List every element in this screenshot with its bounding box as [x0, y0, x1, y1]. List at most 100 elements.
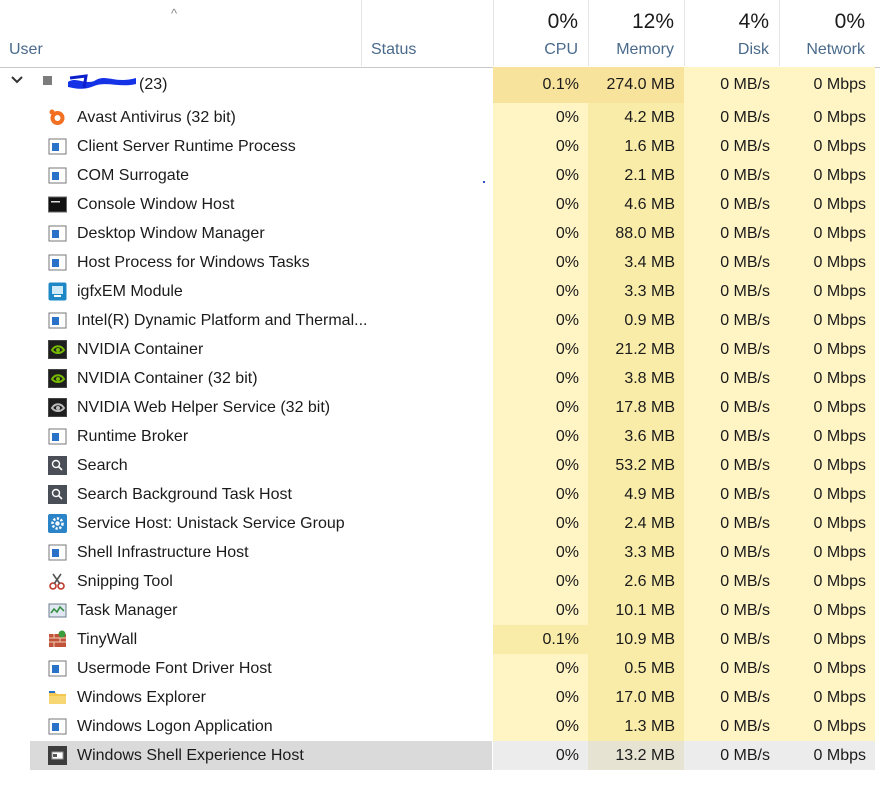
column-header-cpu[interactable]: 0% CPU — [493, 0, 588, 66]
process-cpu: 0% — [493, 335, 588, 364]
process-memory: 4.9 MB — [588, 480, 684, 509]
process-memory: 1.6 MB — [588, 132, 684, 161]
nvidia-web-icon — [48, 398, 67, 417]
process-name: Windows Logon Application — [77, 718, 273, 735]
group-disk-cell: 0 MB/s — [684, 67, 779, 103]
process-cpu: 0% — [493, 596, 588, 625]
gear-icon — [48, 514, 67, 533]
process-cpu: 0% — [493, 683, 588, 712]
process-name: Client Server Runtime Process — [77, 138, 296, 155]
process-name: Windows Shell Experience Host — [77, 747, 304, 764]
process-row[interactable]: Intel(R) Dynamic Platform and Thermal...… — [0, 306, 880, 335]
process-cpu: 0.1% — [493, 625, 588, 654]
column-header-user[interactable]: User — [0, 0, 361, 66]
process-network: 0 Mbps — [779, 509, 875, 538]
process-cpu: 0% — [493, 480, 588, 509]
process-row[interactable]: TinyWall 0.1% 10.9 MB 0 MB/s 0 Mbps — [0, 625, 880, 654]
process-row[interactable]: Avast Antivirus (32 bit) 0% 4.2 MB 0 MB/s 0 … — [0, 103, 880, 132]
process-row[interactable]: NVIDIA Container 0% 21.2 MB 0 MB/s 0 Mbps — [0, 335, 880, 364]
folder-icon — [48, 688, 67, 707]
process-name: Shell Infrastructure Host — [77, 544, 249, 561]
window-icon — [48, 224, 67, 243]
process-row[interactable]: Console Window Host 0% 4.6 MB 0 MB/s 0 Mbps — [0, 190, 880, 219]
process-row[interactable]: Client Server Runtime Process 0% 1.6 MB 0 M… — [0, 132, 880, 161]
group-cpu-cell: 0.1% — [493, 67, 588, 103]
process-network: 0 Mbps — [779, 567, 875, 596]
process-disk: 0 MB/s — [684, 277, 779, 306]
process-network: 0 Mbps — [779, 480, 875, 509]
column-header-memory[interactable]: 12% Memory — [588, 0, 684, 66]
process-row[interactable]: Task Manager 0% 10.1 MB 0 MB/s 0 Mbps — [0, 596, 880, 625]
group-memory-cell: 274.0 MB — [588, 67, 684, 103]
column-header-network[interactable]: 0% Network — [779, 0, 875, 66]
process-cpu: 0% — [493, 393, 588, 422]
nvidia-icon — [48, 340, 67, 359]
process-memory: 3.4 MB — [588, 248, 684, 277]
process-row[interactable]: NVIDIA Web Helper Service (32 bit) 0% 17.8… — [0, 393, 880, 422]
chevron-down-icon[interactable] — [10, 73, 24, 90]
process-name: TinyWall — [77, 631, 138, 648]
process-network: 0 Mbps — [779, 683, 875, 712]
process-name: Snipping Tool — [77, 573, 173, 590]
process-cpu: 0% — [493, 103, 588, 132]
process-row[interactable]: Runtime Broker 0% 3.6 MB 0 MB/s 0 Mbps — [0, 422, 880, 451]
process-disk: 0 MB/s — [684, 219, 779, 248]
process-row[interactable]: Desktop Window Manager 0% 88.0 MB 0 MB/s 0 M… — [0, 219, 880, 248]
process-network: 0 Mbps — [779, 335, 875, 364]
process-row[interactable]: Usermode Font Driver Host 0% 0.5 MB 0 MB/s 0… — [0, 654, 880, 683]
process-row[interactable]: Host Process for Windows Tasks 0% 3.4 MB 0 … — [0, 248, 880, 277]
process-cpu: 0% — [493, 161, 588, 190]
process-name: NVIDIA Container — [77, 341, 204, 358]
process-memory: 3.3 MB — [588, 538, 684, 567]
process-disk: 0 MB/s — [684, 538, 779, 567]
memory-total-percent: 12% — [631, 10, 674, 33]
process-name: igfxEM Module — [77, 283, 183, 300]
column-header-network-label: Network — [806, 41, 865, 58]
process-cpu: 0% — [493, 538, 588, 567]
group-process-count: (23) — [139, 76, 168, 93]
process-name: Service Host: Unistack Service Group — [77, 515, 345, 532]
process-row[interactable]: Service Host: Unistack Service Group 0% 2.… — [0, 509, 880, 538]
stray-pixel — [483, 181, 485, 183]
process-disk: 0 MB/s — [684, 741, 779, 770]
window-icon — [48, 717, 67, 736]
process-cpu: 0% — [493, 277, 588, 306]
process-memory: 10.1 MB — [588, 596, 684, 625]
process-memory: 2.1 MB — [588, 161, 684, 190]
process-row[interactable]: Snipping Tool 0% 2.6 MB 0 MB/s 0 Mbps — [0, 567, 880, 596]
process-network: 0 Mbps — [779, 132, 875, 161]
nvidia-icon — [48, 369, 67, 388]
process-row[interactable]: Search Background Task Host 0% 4.9 MB 0 MB/… — [0, 480, 880, 509]
process-row[interactable]: NVIDIA Container (32 bit) 0% 3.8 MB 0 MB/s 0… — [0, 364, 880, 393]
process-network: 0 Mbps — [779, 654, 875, 683]
process-disk: 0 MB/s — [684, 306, 779, 335]
process-row[interactable]: Windows Shell Experience Host 0% 13.2 MB 0 … — [0, 741, 880, 770]
process-row[interactable]: Shell Infrastructure Host 0% 3.3 MB 0 MB/s 0… — [0, 538, 880, 567]
process-network: 0 Mbps — [779, 161, 875, 190]
process-memory: 0.5 MB — [588, 654, 684, 683]
console-icon — [48, 195, 67, 214]
column-header-status[interactable]: Status — [361, 0, 493, 66]
process-row[interactable]: COM Surrogate 0% 2.1 MB 0 MB/s 0 Mbps — [0, 161, 880, 190]
process-memory: 17.8 MB — [588, 393, 684, 422]
process-memory: 13.2 MB — [588, 741, 684, 770]
process-row[interactable]: igfxEM Module 0% 3.3 MB 0 MB/s 0 Mbps — [0, 277, 880, 306]
process-row[interactable]: Windows Logon Application 0% 1.3 MB 0 MB/s 0… — [0, 712, 880, 741]
column-header-disk[interactable]: 4% Disk — [684, 0, 779, 66]
process-cpu: 0% — [493, 741, 588, 770]
window-icon — [48, 137, 67, 156]
process-row[interactable]: Search 0% 53.2 MB 0 MB/s 0 Mbps — [0, 451, 880, 480]
user-icon — [43, 76, 52, 85]
process-name: Runtime Broker — [77, 428, 189, 445]
process-network: 0 Mbps — [779, 103, 875, 132]
intel-graphics-icon — [48, 282, 67, 301]
column-header-status-label: Status — [371, 41, 417, 58]
process-cpu: 0% — [493, 654, 588, 683]
column-header-memory-label: Memory — [616, 41, 674, 58]
column-header-user-label: User — [9, 41, 43, 58]
user-group-row[interactable]: (23) 0.1% 274.0 MB 0 MB/s 0 Mbps — [0, 67, 880, 103]
redacted-username — [66, 72, 138, 97]
process-row[interactable]: Windows Explorer 0% 17.0 MB 0 MB/s 0 Mbps — [0, 683, 880, 712]
process-name: Search — [77, 457, 128, 474]
process-cpu: 0% — [493, 451, 588, 480]
